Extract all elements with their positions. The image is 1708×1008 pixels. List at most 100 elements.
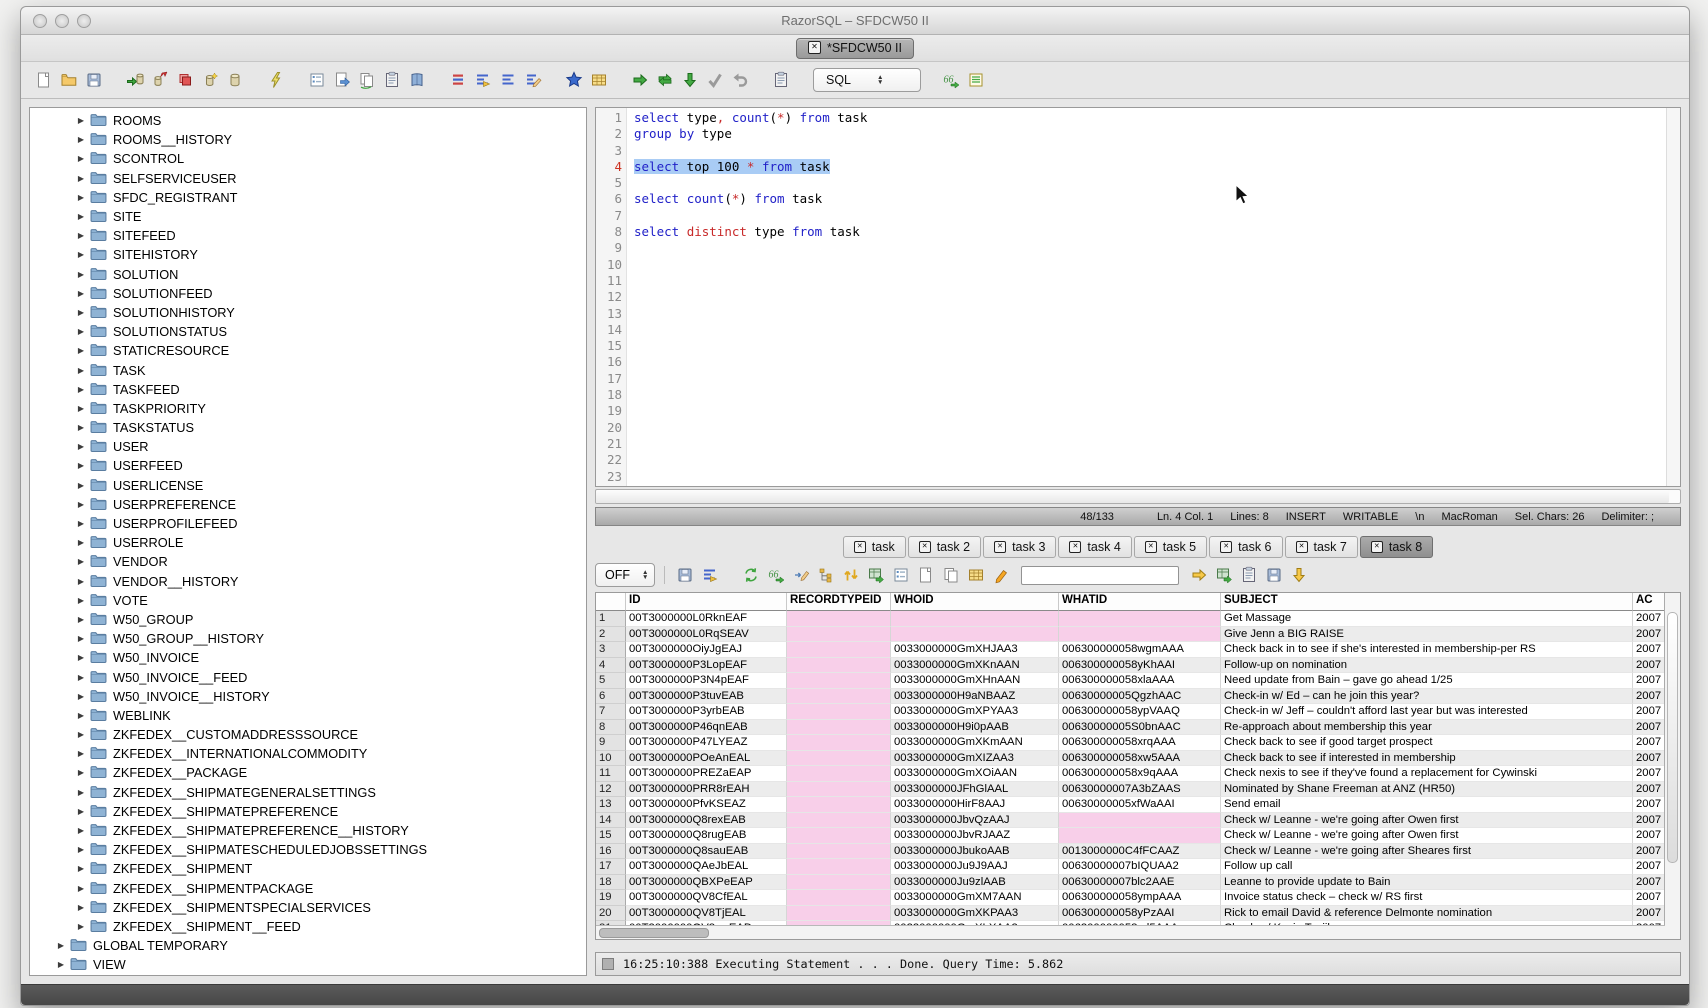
table-cell[interactable]: Check back in to see if she's interested… <box>1221 642 1633 658</box>
expand-triangle-icon[interactable]: ▶ <box>75 231 87 240</box>
table-cell[interactable]: 00T3000000PREZaEAP <box>626 766 787 782</box>
table-cell[interactable]: 2007 <box>1633 642 1665 658</box>
expand-triangle-icon[interactable]: ▶ <box>75 461 87 470</box>
table-cell[interactable]: 2007 <box>1633 766 1665 782</box>
new-file-icon[interactable] <box>33 68 55 92</box>
open-file-icon[interactable] <box>58 68 80 92</box>
table-cell[interactable] <box>787 627 891 643</box>
row-number[interactable]: 5 <box>596 673 626 689</box>
table-cell[interactable]: 00T3000000Q8rugEAB <box>626 828 787 844</box>
tree-item-task[interactable]: ▶TASK <box>30 360 586 379</box>
commit-icon[interactable] <box>174 68 196 92</box>
sql-editor[interactable]: 1234567891011121314151617181920212223 se… <box>595 107 1681 487</box>
new-connection-icon[interactable] <box>199 68 221 92</box>
table-cell[interactable]: 0033000000JbukoAAB <box>891 844 1059 860</box>
expand-triangle-icon[interactable]: ▶ <box>75 174 87 183</box>
execute-sql-icon[interactable] <box>265 68 287 92</box>
expand-triangle-icon[interactable]: ▶ <box>75 884 87 893</box>
table-cell[interactable]: 00T3000000QAeJbEAL <box>626 859 787 875</box>
expand-triangle-icon[interactable]: ▶ <box>75 327 87 336</box>
table-cell[interactable]: 00630000005xfWaAAI <box>1059 797 1221 813</box>
table-cell[interactable]: 006300000058x9qAAA <box>1059 766 1221 782</box>
close-tab-icon[interactable]: ✕ <box>808 41 821 54</box>
table-cell[interactable]: 00T3000000Q8sauEAB <box>626 844 787 860</box>
table-cell[interactable]: 0033000000H9i0pAAB <box>891 720 1059 736</box>
column-header-whoid[interactable]: WHOID <box>891 593 1059 611</box>
table-cell[interactable]: 00T3000000POeAnEAL <box>626 751 787 767</box>
tree-item-solution[interactable]: ▶SOLUTION <box>30 265 586 284</box>
table-cell[interactable] <box>1059 813 1221 829</box>
table-cell[interactable] <box>787 642 891 658</box>
table-cell[interactable]: 2007 <box>1633 782 1665 798</box>
result-tab-task-5[interactable]: ✕task 5 <box>1134 536 1207 558</box>
compare-sql-icon[interactable] <box>447 68 469 92</box>
table-cell[interactable] <box>787 797 891 813</box>
format-sql-icon[interactable] <box>472 68 494 92</box>
table-cell[interactable]: 0033000000GmXHJAA3 <box>891 642 1059 658</box>
table-cell[interactable]: 2007 <box>1633 859 1665 875</box>
tree-item-sitefeed[interactable]: ▶SITEFEED <box>30 226 586 245</box>
close-result-tab-icon[interactable]: ✕ <box>919 541 931 553</box>
table-cell[interactable]: Check w/ Leanne - we're going after Shea… <box>1221 844 1633 860</box>
preview-results-icon[interactable]: 66 <box>940 68 962 92</box>
row-number[interactable]: 4 <box>596 658 626 674</box>
table-cell[interactable]: Follow up call <box>1221 859 1633 875</box>
table-cell[interactable]: Send email <box>1221 797 1633 813</box>
table-cell[interactable]: 0033000000Ju9zlAAB <box>891 875 1059 891</box>
expand-triangle-icon[interactable]: ▶ <box>75 519 87 528</box>
close-window-button[interactable] <box>33 14 47 28</box>
row-number[interactable]: 3 <box>596 642 626 658</box>
copy-rows-icon[interactable] <box>940 563 962 587</box>
table-cell[interactable]: 006300000058yKhAAI <box>1059 658 1221 674</box>
table-cell[interactable]: 2007 <box>1633 735 1665 751</box>
table-cell[interactable] <box>891 611 1059 627</box>
expand-triangle-icon[interactable]: ▶ <box>75 845 87 854</box>
tree-item-rooms-history[interactable]: ▶ROOMS__HISTORY <box>30 130 586 149</box>
code-line-14[interactable] <box>634 322 1680 338</box>
expand-triangle-icon[interactable]: ▶ <box>75 768 87 777</box>
table-cell[interactable]: Check w/ Leanne - we're going after Owen… <box>1221 813 1633 829</box>
tree-item-selfserviceuser[interactable]: ▶SELFSERVICEUSER <box>30 169 586 188</box>
tree-item-sfdc-registrant[interactable]: ▶SFDC_REGISTRANT <box>30 188 586 207</box>
undo-icon[interactable] <box>729 68 751 92</box>
table-cell[interactable]: 00630000007blc2AAE <box>1059 875 1221 891</box>
table-cell[interactable]: 006300000058xlaAAA <box>1059 673 1221 689</box>
close-result-tab-icon[interactable]: ✕ <box>1069 541 1081 553</box>
expand-triangle-icon[interactable]: ▶ <box>75 270 87 279</box>
table-cell[interactable]: 0033000000GmXKPAA3 <box>891 906 1059 922</box>
table-cell[interactable]: 00T3000000P3LopEAF <box>626 658 787 674</box>
table-cell[interactable]: 00T3000000QV8TjEAL <box>626 906 787 922</box>
tree-item-w50-invoice-history[interactable]: ▶W50_INVOICE__HISTORY <box>30 687 586 706</box>
code-line-9[interactable] <box>634 240 1680 256</box>
column-header-ac[interactable]: AC <box>1633 593 1665 611</box>
view-row-icon[interactable]: 66 <box>765 563 787 587</box>
close-result-tab-icon[interactable]: ✕ <box>994 541 1006 553</box>
log-viewer-icon[interactable] <box>381 68 403 92</box>
row-number[interactable]: 9 <box>596 735 626 751</box>
editor-hscroll-thumb[interactable] <box>596 490 1669 503</box>
row-limit-select[interactable]: OFF▲▼ <box>595 563 655 587</box>
expand-triangle-icon[interactable]: ▶ <box>75 615 87 624</box>
minimize-window-button[interactable] <box>55 14 69 28</box>
row-number[interactable]: 11 <box>596 766 626 782</box>
table-cell[interactable]: 2007 <box>1633 813 1665 829</box>
result-tab-task-3[interactable]: ✕task 3 <box>983 536 1056 558</box>
table-cell[interactable]: 2007 <box>1633 828 1665 844</box>
table-cell[interactable]: 2007 <box>1633 890 1665 906</box>
tree-item-zkfedex-shipment-feed[interactable]: ▶ZKFEDEX__SHIPMENT__FEED <box>30 917 586 936</box>
code-line-6[interactable]: select count(*) from task <box>634 191 1680 207</box>
export-results-icon[interactable] <box>1213 563 1235 587</box>
switch-connection-icon[interactable] <box>654 68 676 92</box>
edit-cell-icon[interactable] <box>790 563 812 587</box>
expand-triangle-icon[interactable]: ▶ <box>75 826 87 835</box>
table-cell[interactable]: Check w/ Leanne - we're going after Owen… <box>1221 828 1633 844</box>
table-cell[interactable]: 0033000000GmXM7AAN <box>891 890 1059 906</box>
tree-item-sitehistory[interactable]: ▶SITEHISTORY <box>30 245 586 264</box>
expand-triangle-icon[interactable]: ▶ <box>75 788 87 797</box>
table-horizontal-scrollbar[interactable] <box>596 925 1665 939</box>
table-cell[interactable] <box>787 720 891 736</box>
row-number[interactable]: 14 <box>596 813 626 829</box>
row-number[interactable]: 17 <box>596 859 626 875</box>
table-cell[interactable]: 0013000000C4fFCAAZ <box>1059 844 1221 860</box>
table-cell[interactable] <box>787 735 891 751</box>
